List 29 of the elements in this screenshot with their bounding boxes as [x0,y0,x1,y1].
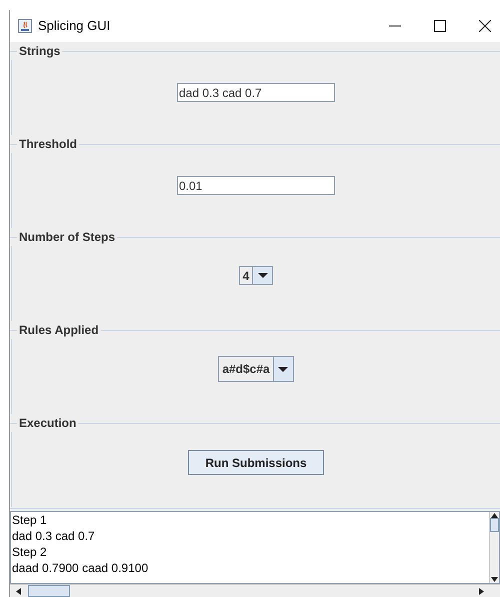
output-line: dad 0.3 cad 0.7 [12,528,96,544]
output-text-area[interactable]: Step 1 dad 0.3 cad 0.7 Step 2 daad 0.7900 caad 0.9100 [11,512,489,583]
up-arrow-icon[interactable] [491,513,498,518]
scroll-thumb[interactable] [490,518,499,532]
output-line: Step 1 [12,512,48,528]
input-field[interactable]: dad 0.3 cad 0.7 [177,83,335,102]
group-title: Strings [18,43,62,60]
right-arrow-icon[interactable] [479,588,484,594]
left-arrow-icon[interactable] [16,588,21,594]
caret-icon [278,366,288,372]
output-line: Step 2 [12,544,48,560]
close-button[interactable] [479,20,491,32]
dropdown[interactable]: a#d$c#a [218,356,294,382]
vertical-scrollbar[interactable] [489,512,499,583]
run-button[interactable]: Run Submissions [188,450,324,475]
group-title: Rules Applied [18,322,100,339]
horizontal-scrollbar[interactable] [10,584,500,597]
group-title: Execution [18,415,78,432]
group-title: Threshold [18,136,78,153]
caret-icon [258,273,268,278]
app-icon [18,19,32,33]
scroll-thumb[interactable] [28,585,70,597]
window-title: Splicing GUI [38,17,110,36]
maximize-button[interactable] [434,20,446,32]
down-arrow-icon[interactable] [491,577,498,582]
dropdown[interactable]: 4 [238,266,274,285]
output-line: daad 0.7900 caad 0.9100 [12,560,150,576]
group-title: Number of Steps [18,229,116,246]
input-field[interactable]: 0.01 [177,176,335,195]
